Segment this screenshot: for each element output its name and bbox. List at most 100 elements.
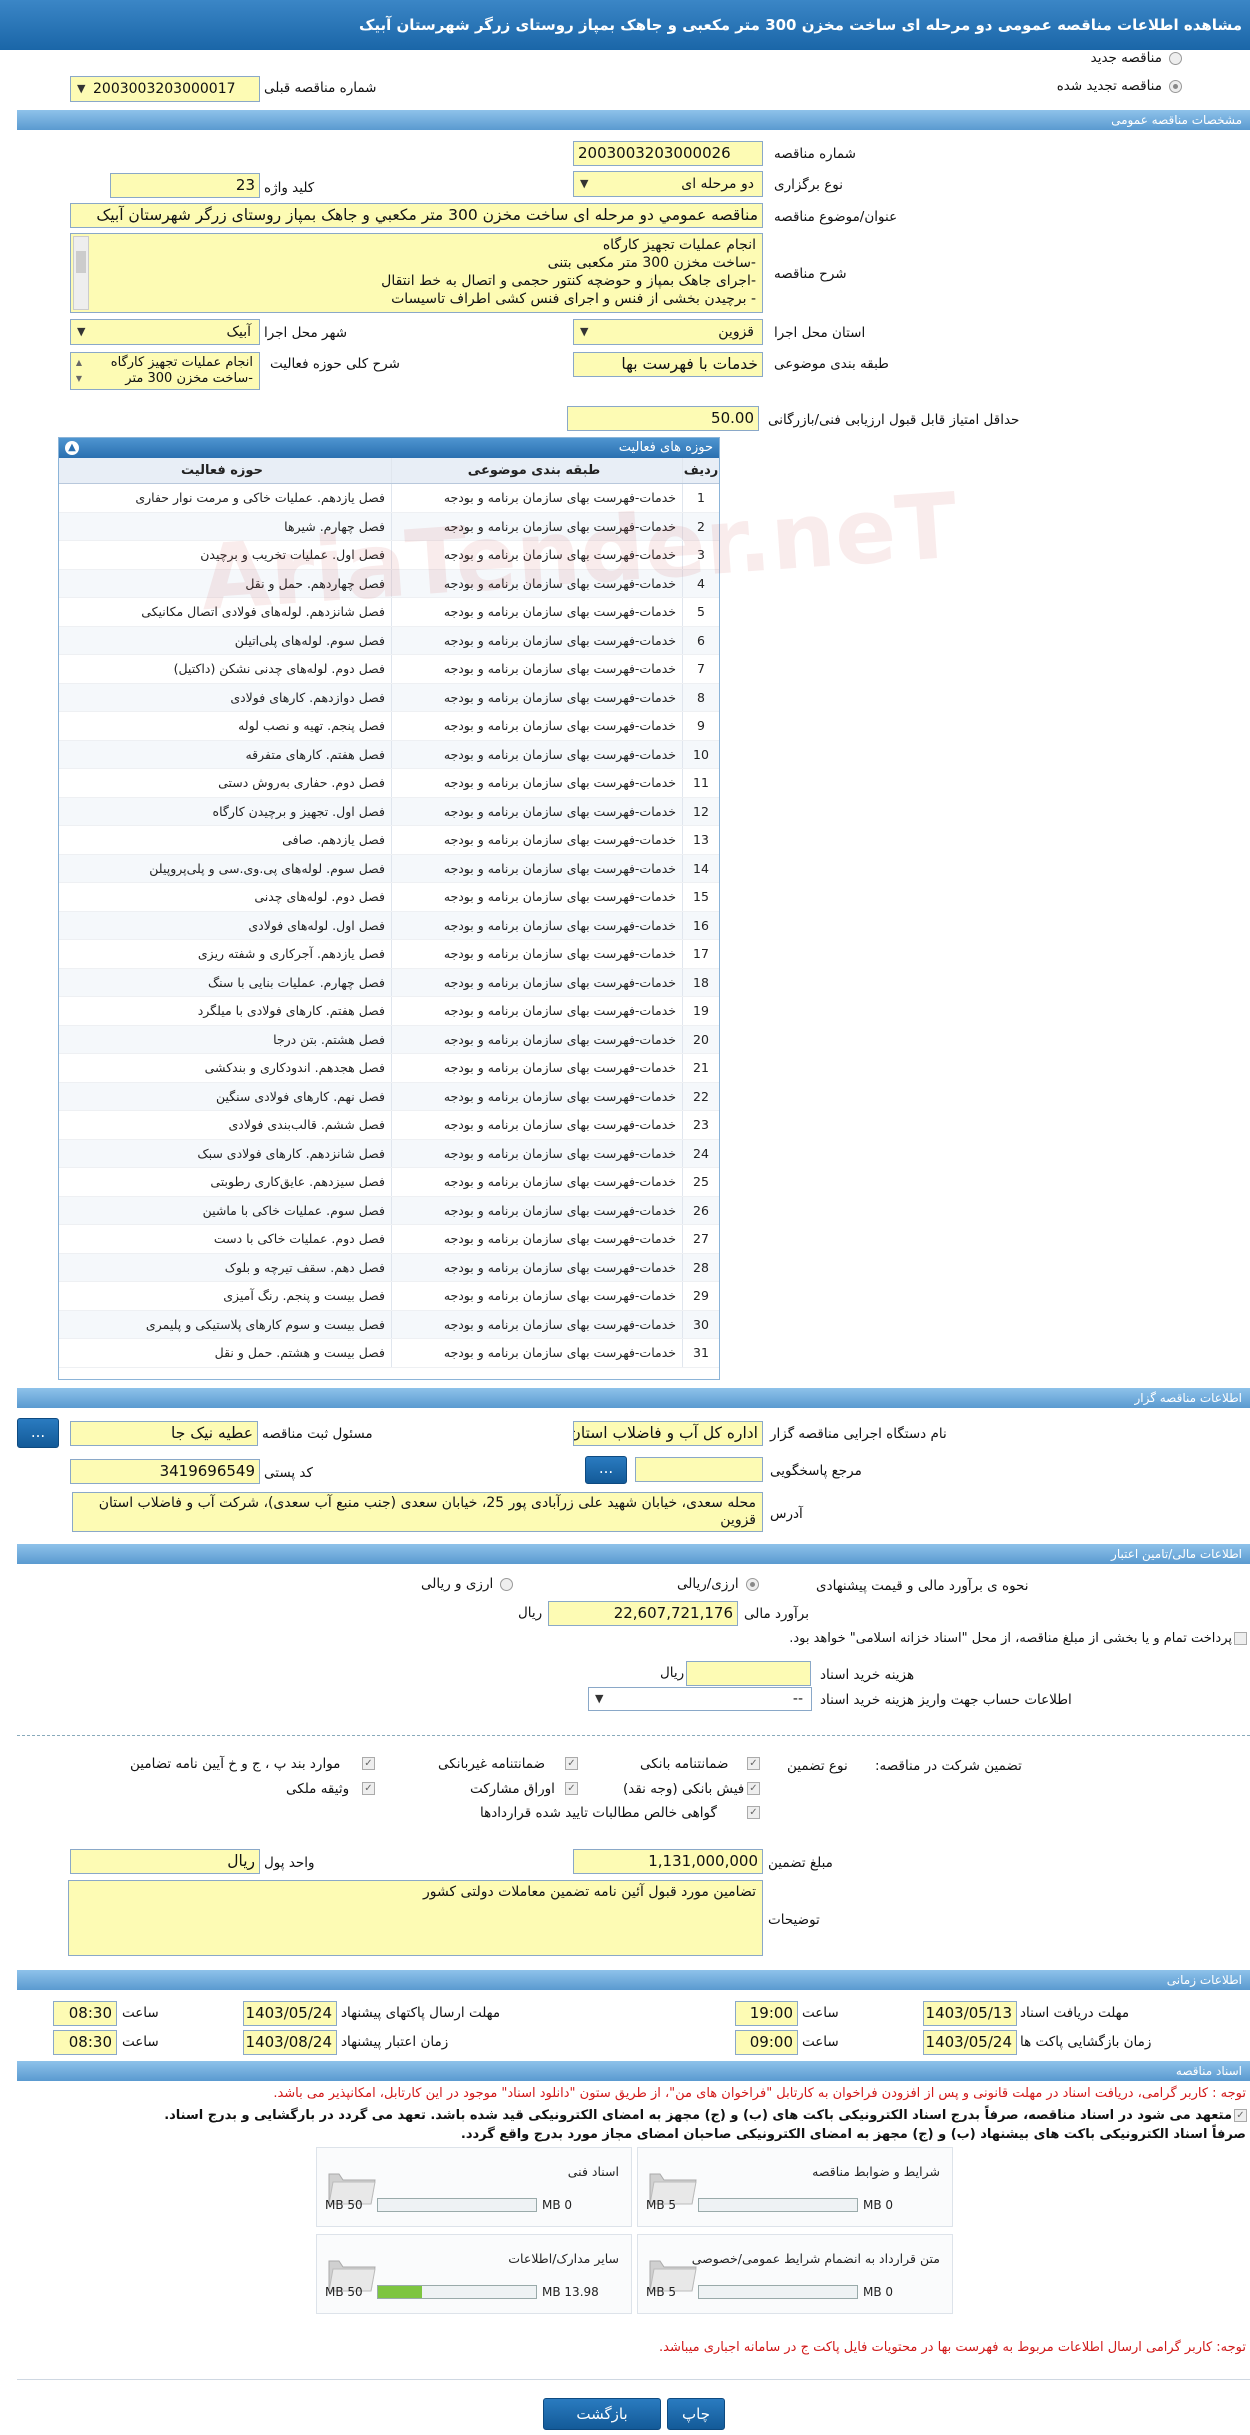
table-row[interactable]: 6 خدمات-فهرست بهای سازمان برنامه و بودجه ف… [59,626,719,655]
responsible-field[interactable]: عطیه نیک جا [70,1421,258,1446]
file-tender-terms[interactable]: شرایط و ضوابط مناقصه 0 MB 5 MB [637,2147,953,2227]
table-row[interactable]: 24 خدمات-فهرست بهای سازمان برنامه و بودجه… [59,1139,719,1168]
table-row[interactable]: 31 خدمات-فهرست بهای سازمان برنامه و بودجه… [59,1339,719,1368]
row-category: خدمات-فهرست بهای سازمان برنامه و بودجه [391,712,682,740]
row-category: خدمات-فهرست بهای سازمان برنامه و بودجه [391,940,682,968]
keyword-field[interactable]: 23 [110,173,260,198]
row-category: خدمات-فهرست بهای سازمان برنامه و بودجه [391,1168,682,1196]
table-row[interactable]: 30 خدمات-فهرست بهای سازمان برنامه و بودجه… [59,1310,719,1339]
opening-time[interactable]: 09:00 [735,2030,798,2055]
estimate-type-radio-2[interactable] [500,1578,513,1591]
table-row[interactable]: 29 خدمات-فهرست بهای سازمان برنامه و بودجه… [59,1282,719,1311]
section-documents: اسناد مناقصه [17,2061,1250,2081]
commitment-checkbox[interactable]: ✓ [1234,2109,1247,2122]
table-row[interactable]: 14 خدمات-فهرست بهای سازمان برنامه و بودجه… [59,854,719,883]
postal-code-field[interactable]: 3419696549 [70,1459,260,1484]
bank-guarantee-checkbox[interactable]: ✓ [747,1757,760,1770]
account-select[interactable]: -- ▼ [588,1687,812,1711]
table-row[interactable]: 19 خدمات-فهرست بهای سازمان برنامه و بودجه… [59,997,719,1026]
table-row[interactable]: 16 خدمات-فهرست بهای سازمان برنامه و بودجه… [59,911,719,940]
table-row[interactable]: 7 خدمات-فهرست بهای سازمان برنامه و بودجه ف… [59,655,719,684]
send-deadline-date[interactable]: 1403/05/24 [243,2001,337,2026]
activity-desc-scroll-arrows[interactable]: ▲ ▼ [73,355,85,387]
row-category: خدمات-فهرست بهای سازمان برنامه و بودجه [391,1225,682,1253]
send-deadline-time[interactable]: 08:30 [53,2001,117,2026]
notes-field[interactable]: تضامین مورد قبول آئین نامه تضمین معاملات… [68,1880,763,1956]
min-score-field[interactable]: 50.00 [567,406,759,431]
guarantee-amount-field[interactable]: 1,131,000,000 [573,1849,763,1874]
file-technical-docs[interactable]: اسناد فنی 0 MB 50 MB [316,2147,632,2227]
org-field[interactable]: اداره کل آب و فاضلاب استان قزوین [573,1421,763,1446]
collapse-icon[interactable]: ▲ [65,441,79,455]
table-row[interactable]: 10 خدمات-فهرست بهای سازمان برنامه و بودجه… [59,740,719,769]
subject-field[interactable]: مناقصه عمومي دو مرحله ای ساخت مخزن 300 م… [70,203,763,228]
row-category: خدمات-فهرست بهای سازمان برنامه و بودجه [391,740,682,768]
table-row[interactable]: 22 خدمات-فهرست بهای سازمان برنامه و بودجه… [59,1082,719,1111]
islamic-treasury-note: پرداخت تمام و یا بخشی از مبلغ مناقصه، از… [789,1631,1232,1646]
doc-fee-field[interactable] [686,1661,811,1686]
back-button[interactable]: بازگشت [543,2398,661,2430]
table-row[interactable]: 11 خدمات-فهرست بهای سازمان برنامه و بودجه… [59,769,719,798]
table-row[interactable]: 15 خدمات-فهرست بهای سازمان برنامه و بودجه… [59,883,719,912]
activity-desc-field[interactable]: انجام عملیات تجهیز کارگاه -ساخت مخزن 300 … [70,352,260,390]
bylaw-items-checkbox[interactable]: ✓ [362,1757,375,1770]
responsible-more-button[interactable]: ... [17,1418,59,1448]
table-row[interactable]: 9 خدمات-فهرست بهای سازمان برنامه و بودجه ف… [59,712,719,741]
row-number: 13 [682,826,719,854]
table-row[interactable]: 28 خدمات-فهرست بهای سازمان برنامه و بودجه… [59,1253,719,1282]
row-category: خدمات-فهرست بهای سازمان برنامه و بودجه [391,769,682,797]
table-row[interactable]: 8 خدمات-فهرست بهای سازمان برنامه و بودجه ف… [59,683,719,712]
prev-number-select[interactable]: ▼ 2003003203000017 [70,76,260,102]
column-row[interactable]: ردیف [682,458,719,483]
opening-date[interactable]: 1403/05/24 [923,2030,1017,2055]
bonds-label: اوراق مشارکت [470,1781,555,1797]
keyword-label: کلید واژه [264,180,315,196]
address-field[interactable]: محله سعدی، خیابان شهید علی زرآبادی پور 2… [72,1492,763,1532]
column-category[interactable]: طبقه بندی موضوعی [391,458,682,483]
table-row[interactable]: 25 خدمات-فهرست بهای سازمان برنامه و بودجه… [59,1168,719,1197]
validity-date[interactable]: 1403/08/24 [243,2030,337,2055]
nonbank-guarantee-checkbox[interactable]: ✓ [565,1757,578,1770]
print-button[interactable]: چاپ [667,2398,725,2430]
estimate-type-radio-1[interactable] [746,1578,759,1591]
tender-number-field[interactable]: 2003003203000026 [573,141,763,166]
holding-type-select[interactable]: دو مرحله ای ▼ [573,171,763,197]
table-row[interactable]: 21 خدمات-فهرست بهای سازمان برنامه و بودجه… [59,1054,719,1083]
row-number: 22 [682,1082,719,1110]
new-tender-radio[interactable] [1169,52,1182,65]
category-field[interactable]: خدمات با فهرست بها [573,352,763,377]
row-activity: فصل هفتم. کارهای فولادی با میلگرد [197,1003,385,1018]
islamic-treasury-checkbox[interactable] [1234,1632,1247,1645]
doc-receive-time[interactable]: 19:00 [735,2001,798,2026]
description-scrollbar[interactable] [73,236,89,310]
page: مشاهده اطلاعات مناقصه عمومی دو مرحله ای … [0,0,1250,2435]
table-row[interactable]: 27 خدمات-فهرست بهای سازمان برنامه و بودجه… [59,1225,719,1254]
province-select[interactable]: قزوین ▼ [573,319,763,345]
table-row[interactable]: 18 خدمات-فهرست بهای سازمان برنامه و بودجه… [59,968,719,997]
table-row[interactable]: 13 خدمات-فهرست بهای سازمان برنامه و بودجه… [59,826,719,855]
table-row[interactable]: 26 خدمات-فهرست بهای سازمان برنامه و بودجه… [59,1196,719,1225]
table-row[interactable]: 12 خدمات-فهرست بهای سازمان برنامه و بودجه… [59,797,719,826]
city-select[interactable]: آبیک ▼ [70,319,260,345]
currency-field[interactable]: ریال [70,1849,260,1874]
column-activity[interactable]: حوزه فعالیت [59,458,391,483]
reference-more-button[interactable]: ... [585,1456,627,1484]
doc-receive-date[interactable]: 1403/05/13 [923,2001,1017,2026]
validity-time[interactable]: 08:30 [53,2030,117,2055]
file-other-docs[interactable]: سایر مدارک/اطلاعات 13.98 MB 50 MB [316,2234,632,2314]
file-contract-text[interactable]: متن قرارداد به انضمام شرایط عمومی/خصوصی … [637,2234,953,2314]
currency-label: واحد پول [264,1855,315,1871]
property-collateral-checkbox[interactable]: ✓ [362,1782,375,1795]
table-row[interactable]: 23 خدمات-فهرست بهای سازمان برنامه و بودجه… [59,1111,719,1140]
renewed-tender-radio[interactable] [1169,80,1182,93]
postal-code-label: کد پستی [264,1465,313,1481]
table-row[interactable]: 17 خدمات-فهرست بهای سازمان برنامه و بودجه… [59,940,719,969]
cash-receipt-checkbox[interactable]: ✓ [747,1782,760,1795]
estimate-field[interactable]: 22,607,721,176 [548,1601,738,1626]
description-field[interactable]: انجام عملیات تجهیز کارگاه -ساخت مخزن 300 … [70,233,763,313]
bonds-checkbox[interactable]: ✓ [565,1782,578,1795]
row-number: 6 [682,626,719,654]
table-row[interactable]: 20 خدمات-فهرست بهای سازمان برنامه و بودجه… [59,1025,719,1054]
reference-field[interactable] [635,1457,763,1482]
receivables-certificate-checkbox[interactable]: ✓ [747,1806,760,1819]
